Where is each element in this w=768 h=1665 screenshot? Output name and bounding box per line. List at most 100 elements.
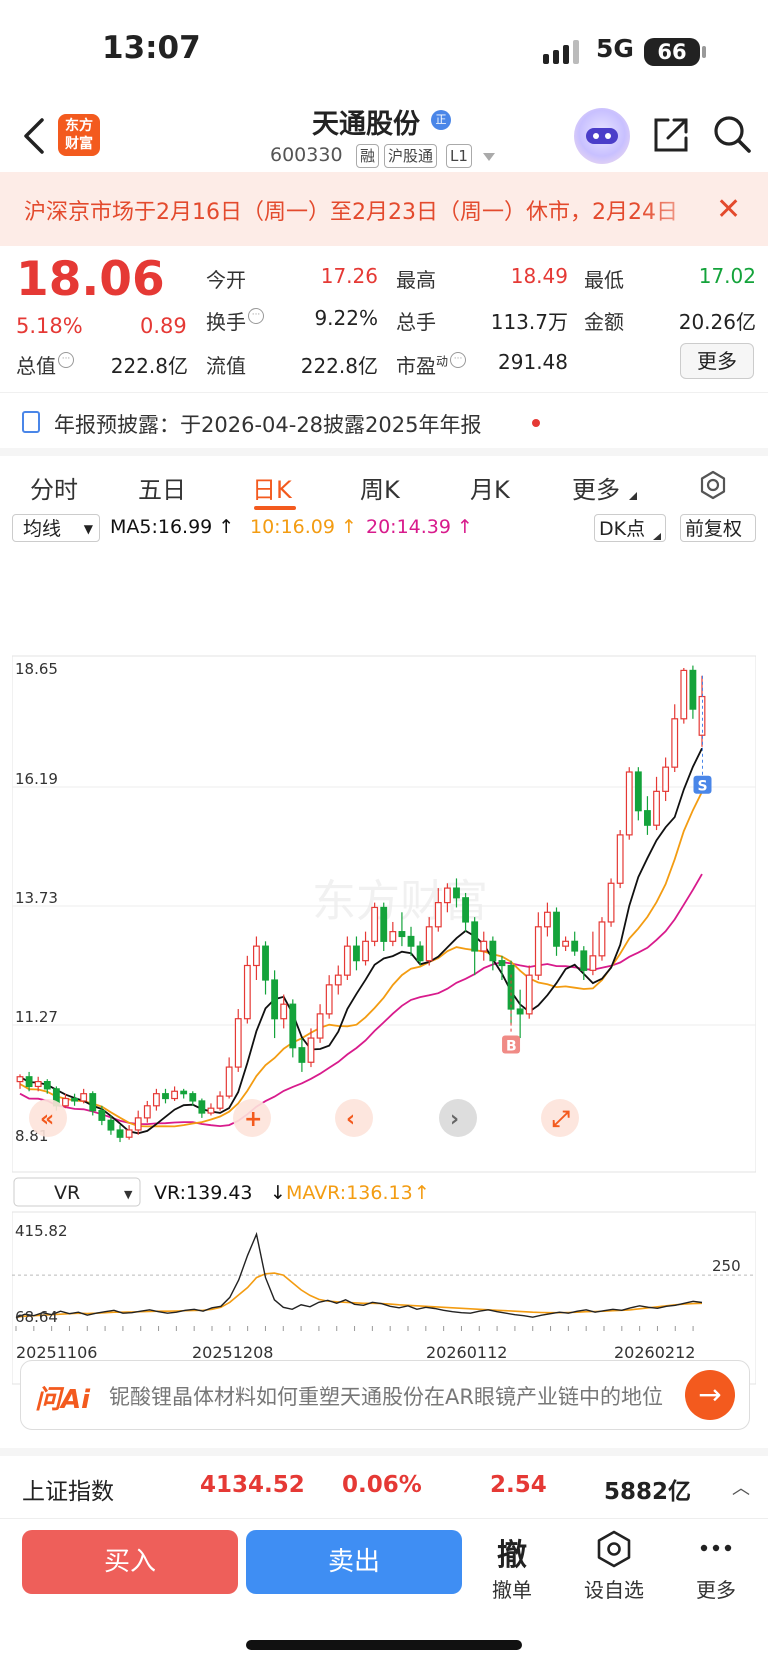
ai-question-bar[interactable]: 问Ai 铌酸锂晶体材料如何重塑天通股份在AR眼镜产业链中的地位 → xyxy=(20,1360,750,1430)
add-watchlist-label: 设自选 xyxy=(584,1578,644,1602)
notice-fade xyxy=(640,172,720,246)
candle-body xyxy=(425,926,433,962)
candle-body xyxy=(271,979,279,1020)
candle-body xyxy=(389,931,397,942)
candle-body xyxy=(80,1093,88,1102)
candle-body xyxy=(362,940,369,962)
ma10-text: 10:16.09 xyxy=(250,516,335,538)
tab-intraday[interactable]: 分时 xyxy=(30,470,78,505)
candle-body xyxy=(616,834,624,884)
expand-icon-glyph: ⤢ xyxy=(552,1107,570,1132)
status-time: 13:07 xyxy=(102,30,201,66)
y-tick-label: 16.19 xyxy=(15,770,58,788)
candle-body xyxy=(371,906,379,942)
candle-body xyxy=(225,1066,233,1097)
search-icon[interactable] xyxy=(712,114,752,154)
candle-body xyxy=(498,960,506,967)
value-total-mv: 222.8亿 xyxy=(110,354,188,378)
candle-body xyxy=(43,1080,51,1090)
candle-body xyxy=(189,1093,197,1102)
label-pe-sup: 动 xyxy=(436,354,449,369)
eastmoney-logo: 东方财富 xyxy=(58,114,100,156)
unread-dot xyxy=(532,419,540,427)
cancel-order-button[interactable]: 撤 撤单 xyxy=(472,1530,552,1603)
candle-body xyxy=(571,940,579,952)
candle-body xyxy=(307,1037,315,1063)
chevron-up-icon[interactable]: ︿ xyxy=(732,1474,750,1500)
tab-weekly-k[interactable]: 周K xyxy=(360,470,400,505)
price-adjust-button[interactable]: 前复权 xyxy=(680,514,756,542)
logo-text: 东方财富 xyxy=(65,118,93,152)
watchlist-hex-icon xyxy=(574,1530,654,1570)
ma5-text: MA5:16.99 xyxy=(110,516,213,538)
sell-marker-label: S xyxy=(698,779,708,795)
candle-body xyxy=(534,926,542,976)
candle-body xyxy=(143,1105,151,1119)
vr-dropdown-label: VR xyxy=(54,1182,80,1204)
info-icon[interactable]: ··· xyxy=(58,352,74,368)
label-total-mv[interactable]: 总值 ··· xyxy=(16,350,74,379)
more-button[interactable]: 更多 xyxy=(676,1530,756,1603)
announcement-text: 年报预披露：于2026-04-28披露2025年年报 xyxy=(54,413,482,437)
market-closure-notice[interactable]: 沪深京市场于2月16日（周一）至2月23日（周一）休市，2月24日 ✕ xyxy=(0,172,768,246)
candle-body xyxy=(598,921,606,957)
candle-body xyxy=(443,887,451,904)
candle-body xyxy=(689,669,697,710)
next-icon-glyph: › xyxy=(450,1107,459,1132)
mavr-value-label: MAVR:136.13 xyxy=(286,1182,413,1204)
value-low: 17.02 xyxy=(698,264,756,288)
ma5-label: MA5:16.99 ↑ xyxy=(110,516,234,538)
index-amount: 5882亿 xyxy=(604,1479,692,1505)
candle-body xyxy=(662,766,670,792)
candle-body xyxy=(407,935,415,947)
ai-assistant-avatar[interactable] xyxy=(574,108,630,164)
candle-body xyxy=(516,1008,524,1015)
candle-body xyxy=(434,902,442,928)
market-index-bar[interactable]: 上证指数 4134.52 0.06% 2.54 5882亿 ︿ xyxy=(0,1456,768,1519)
arrow-up-icon: ↑ xyxy=(450,516,473,538)
buy-button[interactable]: 买入 xyxy=(22,1530,238,1594)
label-pe[interactable]: 市盈动 ··· xyxy=(396,350,467,379)
candle-body xyxy=(152,1093,160,1107)
tab-five-day[interactable]: 五日 xyxy=(138,470,186,505)
candle-body xyxy=(553,911,560,947)
candle-body xyxy=(25,1076,33,1088)
zoom-in-icon-glyph: + xyxy=(244,1107,262,1132)
dk-point-dropdown[interactable]: DK点 xyxy=(594,514,666,542)
scroll-left-icon-glyph: « xyxy=(40,1107,54,1132)
tab-daily-k[interactable]: 日K xyxy=(252,470,292,505)
sell-button[interactable]: 卖出 xyxy=(246,1530,462,1594)
announcement-bar[interactable]: 年报预披露：于2026-04-28披露2025年年报 xyxy=(0,392,768,449)
arrow-right-icon[interactable]: → xyxy=(685,1370,735,1420)
candle-body xyxy=(480,940,488,952)
candle-body xyxy=(34,1080,42,1088)
candle-body xyxy=(471,921,479,952)
more-dots-icon xyxy=(676,1530,756,1570)
info-icon[interactable]: ··· xyxy=(248,308,264,324)
add-watchlist-button[interactable]: 设自选 xyxy=(574,1530,654,1603)
label-turnover[interactable]: 换手 ··· xyxy=(206,306,264,335)
candle-body xyxy=(316,1013,324,1039)
candle-body xyxy=(134,1117,142,1131)
tab-monthly-k[interactable]: 月K xyxy=(470,470,510,505)
back-arrow-icon[interactable] xyxy=(22,116,46,156)
value-amount: 20.26亿 xyxy=(678,310,756,334)
info-icon[interactable]: ··· xyxy=(450,352,467,368)
caret-down-icon[interactable] xyxy=(482,152,496,162)
candle-body xyxy=(453,887,460,899)
gear-icon[interactable] xyxy=(698,470,728,500)
indicator-dropdown[interactable]: 均线 ▼ xyxy=(12,514,100,542)
status-bar: 13:07 5G 66 xyxy=(0,0,768,100)
share-icon[interactable] xyxy=(652,116,690,154)
label-open: 今开 xyxy=(206,268,246,292)
candle-body xyxy=(198,1100,206,1114)
chart-period-tabs: 分时 五日 日K 周K 月K 更多 xyxy=(0,448,768,518)
tab-more[interactable]: 更多 xyxy=(572,470,620,505)
close-icon[interactable]: ✕ xyxy=(716,192,741,227)
more-quote-button[interactable]: 更多 xyxy=(680,343,754,379)
ma20-text: 20:14.39 xyxy=(366,516,451,538)
candle-body xyxy=(343,945,351,976)
y-tick-label: 11.27 xyxy=(15,1008,58,1026)
change-amount: 0.89 xyxy=(140,314,187,338)
caret-down-icon xyxy=(653,533,661,540)
